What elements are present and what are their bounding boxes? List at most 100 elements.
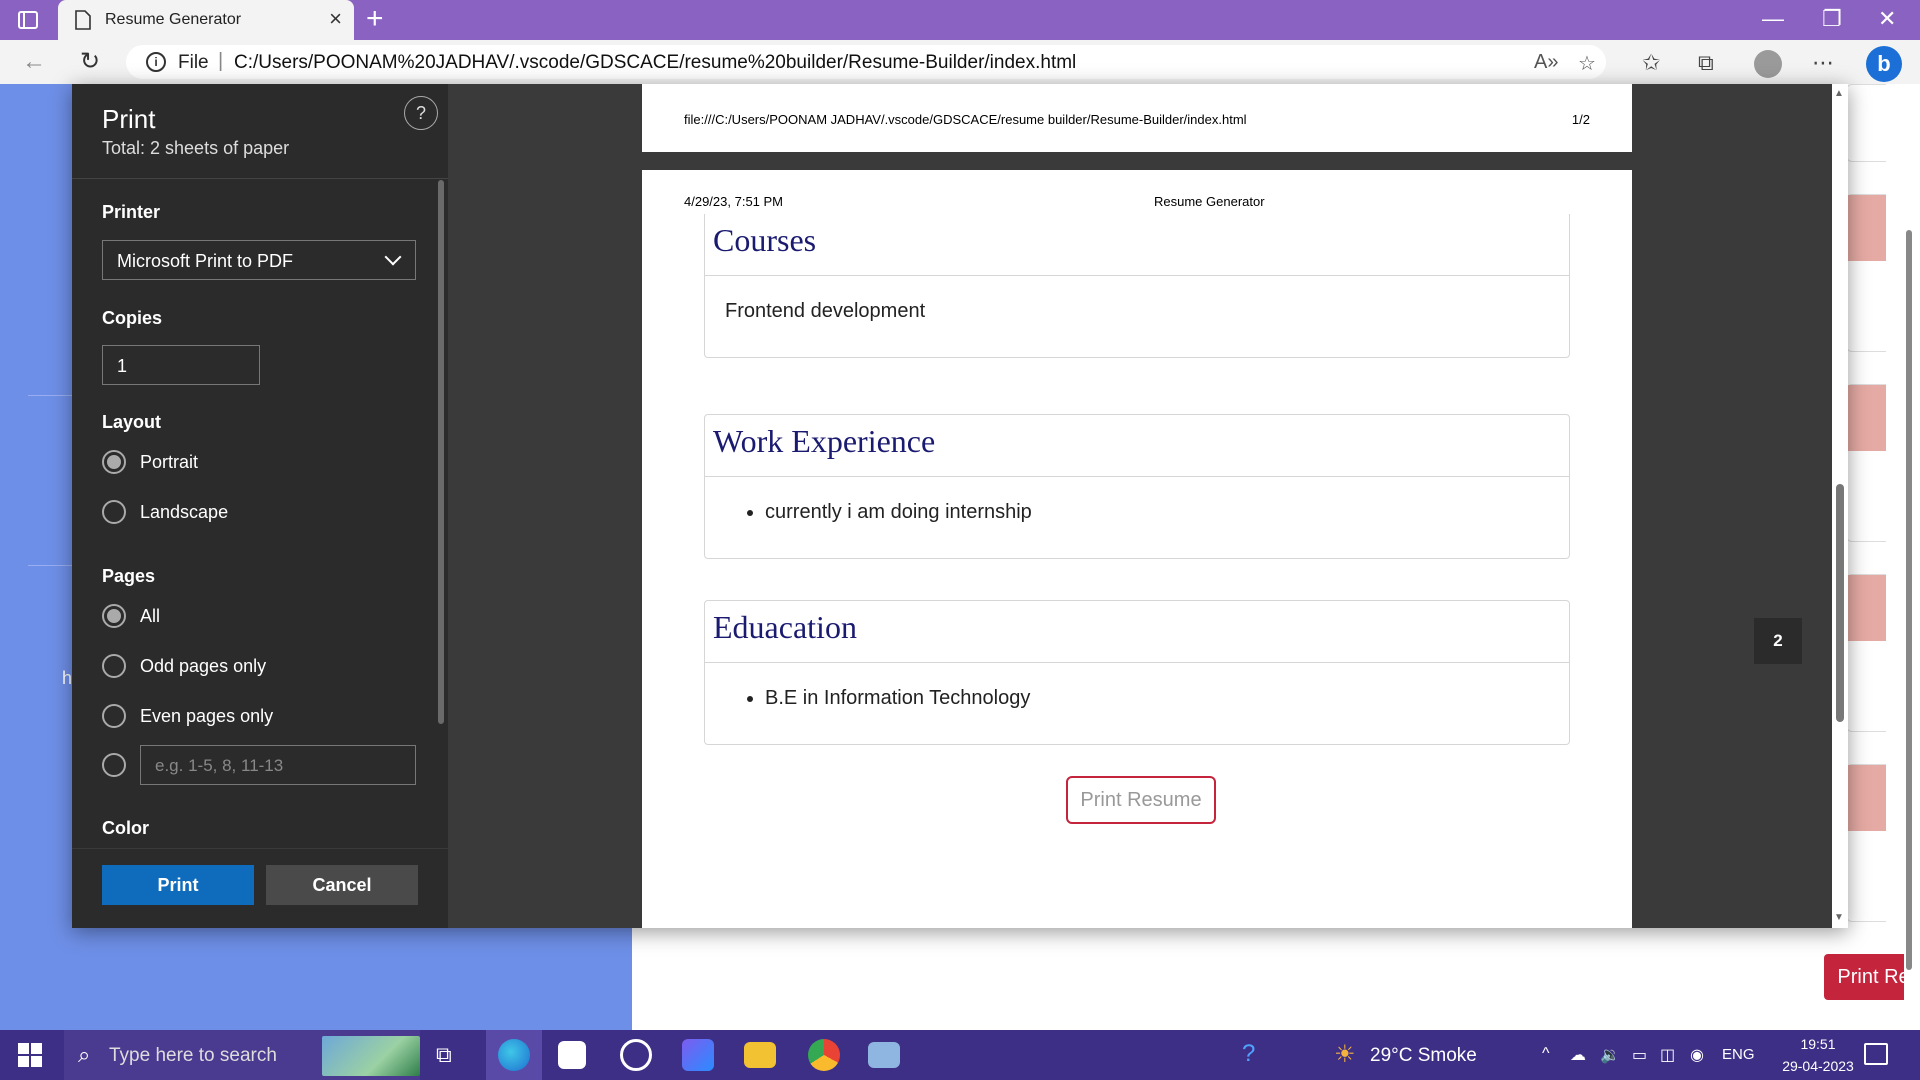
education-list: B.E in Information Technology (705, 663, 1569, 744)
file-explorer-icon[interactable] (744, 1042, 776, 1068)
divider (28, 565, 72, 566)
volume-icon[interactable]: 🔉 (1600, 1045, 1620, 1065)
notifications-icon[interactable] (1864, 1043, 1888, 1065)
color-label: Color (102, 818, 149, 838)
restore-icon[interactable]: ❐ (1822, 6, 1842, 32)
app-icon[interactable] (682, 1039, 714, 1071)
work-experience-list: currently i am doing internship (705, 477, 1569, 558)
read-aloud-icon[interactable]: A» (1534, 51, 1558, 74)
cancel-button[interactable]: Cancel (266, 865, 418, 905)
all-pages-radio[interactable] (102, 604, 126, 628)
chrome-app-icon[interactable] (808, 1039, 840, 1071)
bing-icon[interactable]: b (1866, 46, 1902, 82)
browser-tab[interactable]: Resume Generator × (58, 0, 354, 40)
all-pages-label: All (140, 606, 161, 626)
work-experience-heading: Work Experience (705, 415, 1569, 477)
background-card (1846, 764, 1886, 922)
show-hidden-icons-icon[interactable]: ^ (1542, 1045, 1550, 1063)
display-icon[interactable]: ◫ (1660, 1045, 1675, 1065)
help-icon[interactable]: ? (404, 96, 438, 130)
print-button[interactable]: Print (102, 865, 254, 905)
task-view-icon[interactable]: ⧉ (436, 1042, 452, 1068)
portrait-radio[interactable] (102, 450, 126, 474)
search-highlight-image (322, 1036, 420, 1076)
even-pages-radio[interactable] (102, 704, 126, 728)
browser-title-bar: Resume Generator × + — ❐ ✕ (0, 0, 1920, 40)
printer-label: Printer (102, 202, 161, 222)
new-tab-icon[interactable]: + (366, 4, 384, 34)
page-footer-path: file:///C:/Users/POONAM JADHAV/.vscode/G… (684, 112, 1247, 127)
camera-icon[interactable]: ◉ (1690, 1045, 1704, 1065)
close-window-icon[interactable]: ✕ (1878, 6, 1896, 32)
page-header-title: Resume Generator (1154, 194, 1265, 209)
help-icon[interactable]: ? (1242, 1040, 1255, 1068)
landscape-label: Landscape (140, 502, 229, 522)
print-dialog: Print Total: 2 sheets of paper ? Printer… (72, 84, 1848, 928)
odd-pages-radio[interactable] (102, 654, 126, 678)
search-icon: ⌕ (78, 1042, 91, 1067)
collections-icon[interactable]: ⧉ (1698, 50, 1714, 76)
more-options-icon[interactable]: ⋯ (1812, 50, 1834, 76)
chevron-down-icon (384, 248, 402, 266)
list-item: currently i am doing internship (765, 501, 1549, 524)
print-dialog-footer: Print Cancel (72, 848, 448, 928)
preview-scrollbar-thumb[interactable] (1836, 484, 1844, 722)
onedrive-icon[interactable]: ☁ (1570, 1045, 1586, 1065)
copies-field[interactable]: 1 (102, 345, 260, 385)
weather-icon[interactable]: ☀ (1334, 1040, 1356, 1069)
document-icon (75, 10, 91, 30)
print-title: Print (102, 104, 156, 134)
page-number-badge: 2 (1754, 618, 1802, 664)
scroll-down-icon[interactable]: ▼ (1834, 912, 1844, 923)
layout-label: Layout (102, 412, 162, 432)
printer-select[interactable]: Microsoft Print to PDF (102, 240, 416, 280)
language-indicator[interactable]: ENG (1722, 1046, 1755, 1063)
tab-title: Resume Generator (105, 11, 242, 28)
education-heading: Eduacation (705, 601, 1569, 663)
battery-icon[interactable]: ▭ (1632, 1045, 1647, 1065)
divider (28, 395, 72, 396)
printer-value: Microsoft Print to PDF (117, 251, 294, 271)
minimize-icon[interactable]: — (1762, 6, 1784, 32)
background-partial-text: h (62, 668, 73, 688)
refresh-icon[interactable]: ↻ (76, 48, 104, 76)
store-app-icon[interactable] (558, 1041, 586, 1069)
even-pages-label: Even pages only (140, 706, 274, 726)
odd-pages-label: Odd pages only (140, 656, 267, 676)
clock-date[interactable]: 29-04-2023 (1764, 1058, 1872, 1074)
address-bar[interactable]: i File | C:/Users/POONAM%20JADHAV/.vscod… (126, 45, 1606, 79)
pages-label: Pages (102, 566, 156, 586)
print-settings-panel: Print Total: 2 sheets of paper ? Printer… (72, 84, 448, 928)
portrait-label: Portrait (140, 452, 199, 472)
background-card (1846, 84, 1886, 162)
custom-pages-radio[interactable] (102, 753, 126, 777)
preview-print-resume-button: Print Resume (1066, 776, 1216, 824)
edge-app-icon[interactable] (498, 1039, 530, 1071)
weather-text[interactable]: 29°C Smoke (1370, 1045, 1477, 1067)
windows-taskbar: ⌕ Type here to search ⧉ ? ☀ 29°C Smoke ^… (0, 1030, 1920, 1080)
search-placeholder: Type here to search (109, 1045, 277, 1066)
page-scrollbar-thumb[interactable] (1906, 230, 1912, 970)
background-card (1846, 384, 1886, 542)
favorites-icon[interactable]: ✩ (1642, 50, 1660, 76)
app-icon[interactable] (620, 1039, 652, 1071)
page-range-input[interactable]: e.g. 1-5, 8, 11-13 (140, 745, 416, 785)
divider (72, 178, 448, 179)
address-url[interactable]: C:/Users/POONAM%20JADHAV/.vscode/GDSCACE… (234, 52, 1076, 74)
landscape-radio[interactable] (102, 500, 126, 524)
close-tab-icon[interactable]: × (329, 8, 342, 30)
remote-desktop-icon[interactable] (868, 1042, 900, 1068)
courses-heading: Courses (705, 214, 1569, 276)
address-scheme: File (178, 52, 209, 73)
tab-actions-icon[interactable] (16, 8, 40, 32)
back-icon[interactable]: ← (20, 48, 48, 76)
print-preview-area: file:///C:/Users/POONAM JADHAV/.vscode/G… (448, 84, 1848, 928)
site-info-icon[interactable]: i (146, 52, 166, 72)
scroll-up-icon[interactable]: ▲ (1834, 88, 1844, 99)
profile-avatar[interactable] (1754, 50, 1782, 78)
settings-scrollbar[interactable] (438, 180, 444, 724)
address-separator: | (218, 50, 224, 72)
windows-start-icon[interactable] (18, 1043, 42, 1067)
clock-time[interactable]: 19:51 (1788, 1036, 1848, 1052)
add-favorite-icon[interactable]: ☆ (1578, 51, 1596, 76)
